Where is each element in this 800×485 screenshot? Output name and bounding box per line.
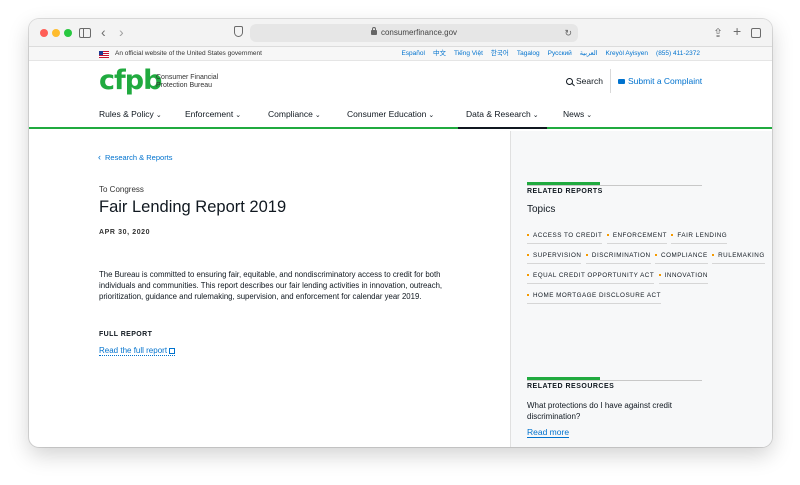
topic-link[interactable]: ENFORCEMENT bbox=[606, 231, 667, 244]
browser-window: ‹ › consumerfinance.gov ↻ ⇪ + An officia… bbox=[29, 19, 772, 447]
topic-link[interactable]: SUPERVISION bbox=[527, 251, 582, 264]
us-flag-icon bbox=[99, 51, 109, 58]
nav-compliance[interactable]: Compliance ⌄ bbox=[260, 103, 329, 129]
related-resources-heading: RELATED RESOURCES bbox=[527, 383, 615, 390]
complaint-label: Submit a Complaint bbox=[628, 76, 703, 86]
nav-rules-policy[interactable]: Rules & Policy ⌄ bbox=[91, 103, 170, 129]
bullet-icon bbox=[527, 233, 529, 236]
new-tab-icon[interactable]: + bbox=[733, 23, 741, 39]
site-header: cfpb Consumer Financial Protection Burea… bbox=[29, 61, 772, 103]
nav-news[interactable]: News ⌄ bbox=[555, 103, 600, 129]
report-category: To Congress bbox=[99, 185, 144, 194]
nav-consumer-education[interactable]: Consumer Education ⌄ bbox=[339, 103, 442, 129]
url-text: consumerfinance.gov bbox=[380, 28, 458, 37]
bullet-icon bbox=[712, 253, 715, 256]
search-icon bbox=[566, 77, 573, 85]
topic-link[interactable]: INNOVATION bbox=[658, 271, 708, 284]
read-full-report-link[interactable]: Read the full report bbox=[99, 346, 176, 356]
chevron-down-icon: ⌄ bbox=[235, 112, 242, 119]
lock-icon bbox=[370, 27, 377, 35]
topic-link[interactable]: HOME MORTGAGE DISCLOSURE ACT bbox=[527, 291, 661, 304]
tab-overview-icon[interactable] bbox=[751, 28, 761, 38]
breadcrumb[interactable]: ‹ Research & Reports bbox=[98, 152, 173, 162]
chevron-down-icon: ⌄ bbox=[155, 112, 162, 119]
gov-banner: An official website of the United States… bbox=[29, 47, 772, 61]
external-link-icon bbox=[169, 348, 176, 354]
related-reports-heading: RELATED REPORTS bbox=[527, 188, 603, 195]
back-icon[interactable]: ‹ bbox=[101, 24, 106, 40]
nav-enforcement[interactable]: Enforcement ⌄ bbox=[177, 103, 249, 129]
header-divider bbox=[610, 69, 611, 93]
chevron-left-icon: ‹ bbox=[98, 152, 101, 162]
close-window-button[interactable] bbox=[40, 29, 48, 37]
reload-icon[interactable]: ↻ bbox=[564, 24, 572, 42]
report-description: The Bureau is committed to ensuring fair… bbox=[99, 270, 443, 301]
main-nav: Rules & Policy ⌄ Enforcement ⌄ Compliance ⌄… bbox=[29, 103, 772, 129]
page-content: ‹ Research & Reports To Congress Fair Len… bbox=[29, 131, 772, 447]
full-report-heading: FULL REPORT bbox=[99, 331, 153, 338]
chevron-down-icon: ⌄ bbox=[586, 112, 593, 119]
logo-text[interactable]: Consumer Financial Protection Bureau bbox=[156, 74, 236, 90]
topic-link[interactable]: DISCRIMINATION bbox=[585, 251, 651, 264]
minimize-window-button[interactable] bbox=[52, 29, 60, 37]
language-link[interactable]: Español bbox=[401, 47, 425, 61]
complaint-icon bbox=[618, 78, 625, 84]
topic-link[interactable]: ACCESS TO CREDIT bbox=[527, 231, 603, 244]
language-link[interactable]: 中文 bbox=[433, 47, 446, 61]
section-rule bbox=[527, 380, 702, 381]
topic-link[interactable]: EQUAL CREDIT OPPORTUNITY ACT bbox=[527, 271, 655, 284]
cfpb-logo[interactable]: cfpb bbox=[99, 67, 162, 94]
submit-complaint-link[interactable]: Submit a Complaint bbox=[618, 76, 702, 86]
main-column: ‹ Research & Reports To Congress Fair Len… bbox=[29, 131, 510, 447]
bullet-icon bbox=[527, 293, 529, 296]
search-label: Search bbox=[576, 76, 603, 86]
address-bar[interactable]: consumerfinance.gov ↻ bbox=[250, 24, 578, 42]
zoom-window-button[interactable] bbox=[64, 29, 72, 37]
topic-link[interactable]: FAIR LENDING bbox=[671, 231, 728, 244]
bullet-icon bbox=[606, 233, 609, 236]
bullet-icon bbox=[671, 233, 674, 236]
chevron-down-icon: ⌄ bbox=[532, 112, 539, 119]
gov-banner-text: An official website of the United States… bbox=[115, 50, 262, 57]
language-link[interactable]: Tiếng Việt bbox=[454, 47, 483, 61]
topics-title: Topics bbox=[527, 204, 556, 215]
language-link[interactable]: العربية bbox=[580, 47, 598, 61]
language-link[interactable]: Русский bbox=[548, 47, 572, 61]
share-icon[interactable]: ⇪ bbox=[713, 25, 723, 41]
bullet-icon bbox=[658, 273, 661, 276]
phone-link[interactable]: (855) 411-2372 bbox=[656, 47, 700, 61]
page-title: Fair Lending Report 2019 bbox=[99, 198, 287, 216]
topic-link[interactable]: COMPLIANCE bbox=[655, 251, 708, 264]
bullet-icon bbox=[655, 253, 658, 256]
chevron-down-icon: ⌄ bbox=[428, 112, 435, 119]
forward-icon[interactable]: › bbox=[119, 24, 124, 40]
bullet-icon bbox=[527, 253, 529, 256]
bullet-icon bbox=[585, 253, 588, 256]
chevron-down-icon: ⌄ bbox=[314, 112, 321, 119]
nav-data-research[interactable]: Data & Research ⌄ bbox=[458, 103, 547, 129]
topics-list: ACCESS TO CREDIT ENFORCEMENT FAIR LENDIN… bbox=[527, 224, 772, 304]
sidebar: RELATED REPORTS Topics ACCESS TO CREDIT … bbox=[510, 131, 772, 447]
language-link[interactable]: Kreyòl Ayisyen bbox=[606, 47, 649, 61]
language-link[interactable]: 한국어 bbox=[491, 47, 509, 61]
resource-question: What protections do I have against credi… bbox=[527, 401, 672, 421]
publish-date: APR 30, 2020 bbox=[99, 229, 151, 236]
language-links: Español 中文 Tiếng Việt 한국어 Tagalog Русски… bbox=[401, 47, 700, 61]
search-button[interactable]: Search bbox=[566, 76, 603, 86]
bullet-icon bbox=[527, 273, 529, 276]
topic-link[interactable]: RULEMAKING bbox=[712, 251, 765, 264]
language-link[interactable]: Tagalog bbox=[517, 47, 540, 61]
browser-toolbar: ‹ › consumerfinance.gov ↻ ⇪ + bbox=[29, 19, 772, 47]
read-more-link[interactable]: Read more bbox=[527, 427, 570, 438]
section-rule bbox=[527, 185, 702, 186]
sidebar-toggle-icon[interactable] bbox=[79, 28, 91, 38]
privacy-shield-icon[interactable] bbox=[234, 26, 243, 37]
